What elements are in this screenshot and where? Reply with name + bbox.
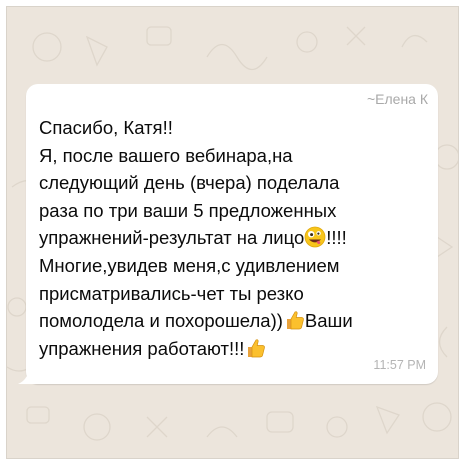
message-line: Спасибо, Катя!! [39, 117, 173, 138]
message-line-text: упражнений-результат на лицо [39, 227, 305, 249]
message-line-text: Ваши [304, 310, 353, 332]
message-line: упражнения работают!!! [39, 335, 431, 363]
zany-face-emoji-icon [304, 226, 326, 248]
thumbs-up-emoji-icon [283, 309, 305, 331]
message-timestamp: 11:57 PM [373, 358, 426, 372]
message-line: следующий день (вчера) поделала [39, 172, 340, 194]
message-line: раза по три ваши 5 предложенных [39, 199, 337, 221]
thumbs-up-emoji-icon [244, 337, 266, 359]
message-line-text: !!!! [326, 227, 347, 249]
message-line: помолодела и похорошела)) Ваши [39, 307, 431, 335]
message-text: Спасибо, Катя!! Я, после вашего вебинара… [39, 114, 431, 362]
bubble-tail [18, 366, 38, 384]
message-line-text: упражнения работают!!! [39, 337, 245, 359]
message-line-text: помолодела и похорошела)) [39, 310, 283, 332]
message-line: присматривались-чет ты резко [39, 282, 304, 304]
sender-name[interactable]: ~Елена К [367, 91, 428, 107]
message-line: упражнений-результат на лицо!!!! [39, 224, 431, 252]
chat-wallpaper: ~Елена К Спасибо, Катя!! Я, после вашего… [6, 6, 459, 459]
message-bubble[interactable]: ~Елена К Спасибо, Катя!! Я, после вашего… [18, 84, 438, 384]
message-line: Многие,увидев меня,с удивлением [39, 254, 340, 276]
message-line: Я, после вашего вебинара,на [39, 144, 293, 166]
